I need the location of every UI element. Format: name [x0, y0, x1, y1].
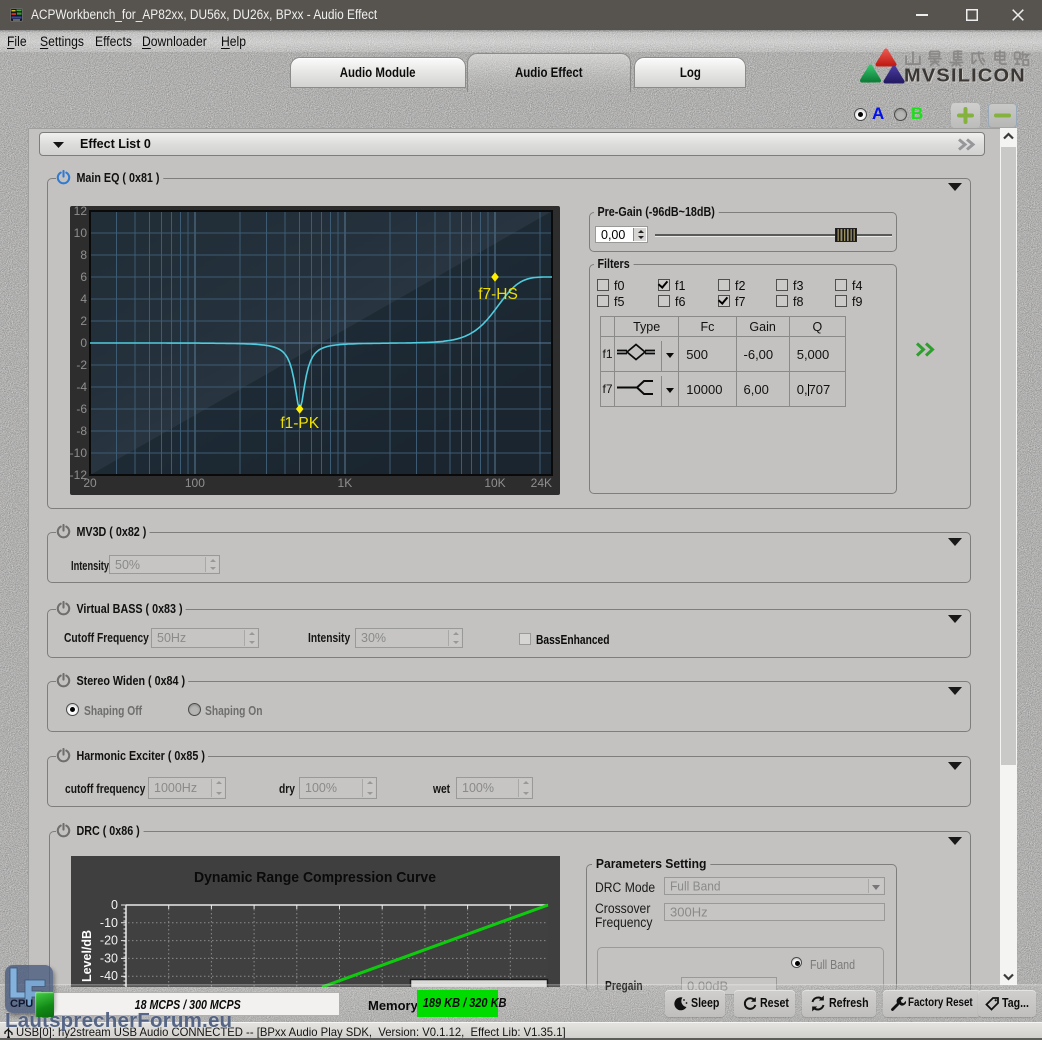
- svg-text:4: 4: [80, 292, 87, 306]
- svg-text:2: 2: [80, 314, 87, 328]
- svg-text:-8: -8: [76, 424, 87, 438]
- svg-text:10K: 10K: [484, 476, 505, 490]
- svg-text:Dynamic Range Compression Curv: Dynamic Range Compression Curve: [194, 869, 436, 886]
- svg-text:-10: -10: [100, 916, 118, 930]
- svg-text:24K: 24K: [531, 476, 552, 490]
- svg-text:-2: -2: [76, 358, 87, 372]
- svg-text:20: 20: [83, 476, 97, 490]
- svg-text:0: 0: [80, 336, 87, 350]
- svg-text:0: 0: [111, 898, 118, 912]
- svg-text:-10: -10: [70, 446, 87, 460]
- svg-text:6: 6: [80, 270, 87, 284]
- svg-text:-6: -6: [76, 402, 87, 416]
- svg-text:10: 10: [74, 226, 88, 240]
- svg-text:-4: -4: [76, 380, 87, 394]
- svg-text:1K: 1K: [338, 476, 353, 490]
- svg-text:-20: -20: [100, 934, 118, 948]
- svg-text:f1-PK: f1-PK: [280, 415, 319, 432]
- svg-text:f7-HS: f7-HS: [478, 286, 518, 303]
- svg-text:Level/dB: Level/dB: [80, 930, 94, 982]
- svg-text:-40: -40: [100, 969, 118, 983]
- svg-text:100: 100: [185, 476, 205, 490]
- svg-text:8: 8: [80, 248, 87, 262]
- svg-text:-30: -30: [100, 951, 118, 965]
- svg-text:12: 12: [74, 206, 88, 218]
